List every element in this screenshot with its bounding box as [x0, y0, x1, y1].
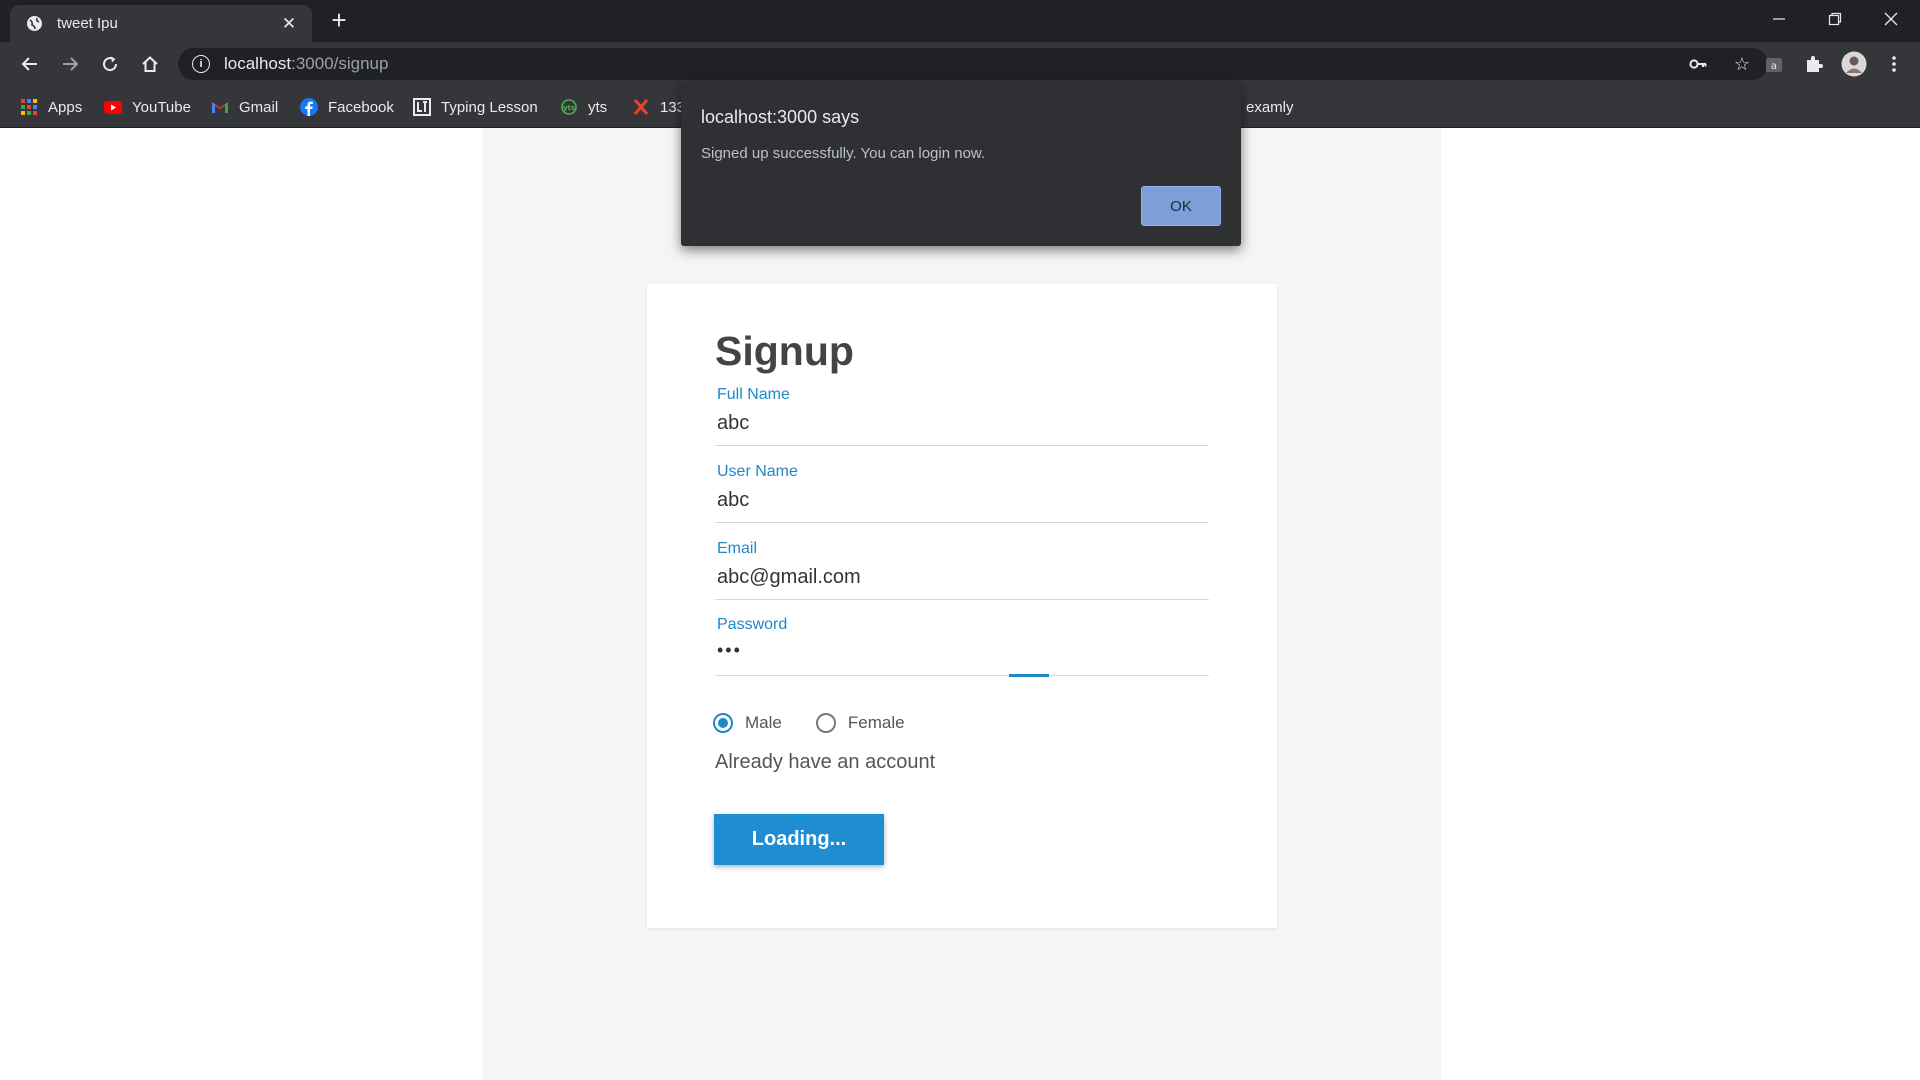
bookmark-133[interactable]: 133	[632, 95, 685, 119]
home-icon[interactable]	[136, 50, 164, 78]
signup-submit-button[interactable]: Loading...	[714, 814, 884, 865]
email-field[interactable]: Email abc@gmail.com	[715, 540, 1209, 600]
globe-icon	[26, 15, 43, 32]
x-logo-icon	[632, 98, 650, 116]
new-tab-button[interactable]: +	[326, 7, 352, 34]
bookmark-label: Typing Lesson	[441, 98, 538, 116]
url-host: localhost	[224, 54, 292, 73]
bookmark-youtube[interactable]: YouTube	[104, 95, 191, 119]
minimize-icon[interactable]	[1764, 6, 1794, 32]
typing-lesson-icon	[413, 98, 431, 116]
email-label: Email	[717, 540, 758, 557]
bookmark-typing-lesson[interactable]: Typing Lesson	[413, 95, 538, 119]
star-icon[interactable]: ☆	[1730, 52, 1754, 76]
svg-text:yts: yts	[563, 104, 575, 112]
male-radio[interactable]	[713, 713, 733, 733]
password-focus-indicator	[1009, 674, 1049, 677]
male-radio-label[interactable]: Male	[745, 713, 782, 733]
full-name-label: Full Name	[717, 386, 790, 403]
dialog-ok-button[interactable]: OK	[1141, 186, 1221, 226]
bookmark-gmail[interactable]: Gmail	[211, 95, 278, 119]
password-input[interactable]: •••	[717, 640, 742, 661]
full-name-input[interactable]: abc	[717, 412, 749, 435]
browser-toolbar: i localhost:3000/signup ☆ a	[0, 42, 1920, 86]
extension-a-icon[interactable]: a	[1760, 50, 1788, 78]
gmail-icon	[211, 98, 229, 116]
bookmark-yts[interactable]: yts yts	[560, 95, 607, 119]
page-viewport: Signup Full Name abc User Name abc Email…	[0, 83, 1920, 1080]
signup-card: Signup Full Name abc User Name abc Email…	[647, 284, 1277, 928]
user-name-input[interactable]: abc	[717, 489, 749, 512]
avatar[interactable]	[1840, 50, 1868, 78]
alert-dialog: localhost:3000 says Signed up successful…	[681, 83, 1241, 246]
female-radio[interactable]	[815, 713, 836, 733]
facebook-icon	[300, 98, 318, 116]
female-radio-label[interactable]: Female	[848, 713, 905, 733]
email-input[interactable]: abc@gmail.com	[717, 566, 861, 589]
password-label: Password	[717, 616, 788, 633]
bookmark-facebook[interactable]: Facebook	[300, 95, 394, 119]
url-path: :3000/signup	[291, 54, 389, 73]
bookmark-label: YouTube	[132, 98, 191, 116]
browser-titlebar: tweet Ipu ✕ +	[0, 0, 1920, 42]
back-arrow-icon[interactable]	[16, 50, 44, 78]
dialog-title: localhost:3000 says	[701, 107, 860, 127]
user-name-label: User Name	[717, 463, 798, 480]
bookmark-label: Apps	[48, 98, 83, 116]
password-field[interactable]: Password •••	[715, 616, 1209, 677]
user-name-field[interactable]: User Name abc	[715, 463, 1209, 523]
svg-text:a: a	[1771, 61, 1777, 72]
page-title: Signup	[715, 328, 854, 374]
login-link[interactable]: Already have an account	[715, 751, 935, 774]
puzzle-icon[interactable]	[1800, 50, 1828, 78]
bookmark-label: yts	[588, 98, 608, 116]
tab-close-icon[interactable]: ✕	[274, 14, 304, 34]
close-window-icon[interactable]	[1876, 6, 1906, 32]
bookmark-label: examly	[1246, 98, 1294, 116]
kebab-menu-icon[interactable]	[1880, 50, 1908, 78]
forward-arrow-icon[interactable]	[56, 50, 84, 78]
bookmark-label: Facebook	[328, 98, 394, 116]
restore-icon[interactable]	[1820, 6, 1850, 32]
bookmark-examly[interactable]: examly	[1246, 95, 1294, 119]
key-icon[interactable]	[1686, 52, 1710, 76]
info-icon[interactable]: i	[192, 55, 210, 73]
gender-radio-group: Male Female	[713, 713, 905, 733]
tab-title: tweet Ipu	[57, 15, 118, 32]
bookmark-apps[interactable]: Apps	[20, 95, 82, 119]
yts-icon: yts	[560, 98, 578, 116]
browser-tab[interactable]: tweet Ipu ✕	[10, 5, 312, 42]
dialog-message: Signed up successfully. You can login no…	[701, 145, 986, 162]
bookmark-label: Gmail	[239, 98, 279, 116]
apps-grid-icon	[20, 98, 38, 116]
reload-icon[interactable]	[96, 50, 124, 78]
full-name-field[interactable]: Full Name abc	[715, 386, 1209, 446]
youtube-icon	[104, 98, 122, 116]
address-bar[interactable]: i localhost:3000/signup ☆	[178, 48, 1768, 80]
